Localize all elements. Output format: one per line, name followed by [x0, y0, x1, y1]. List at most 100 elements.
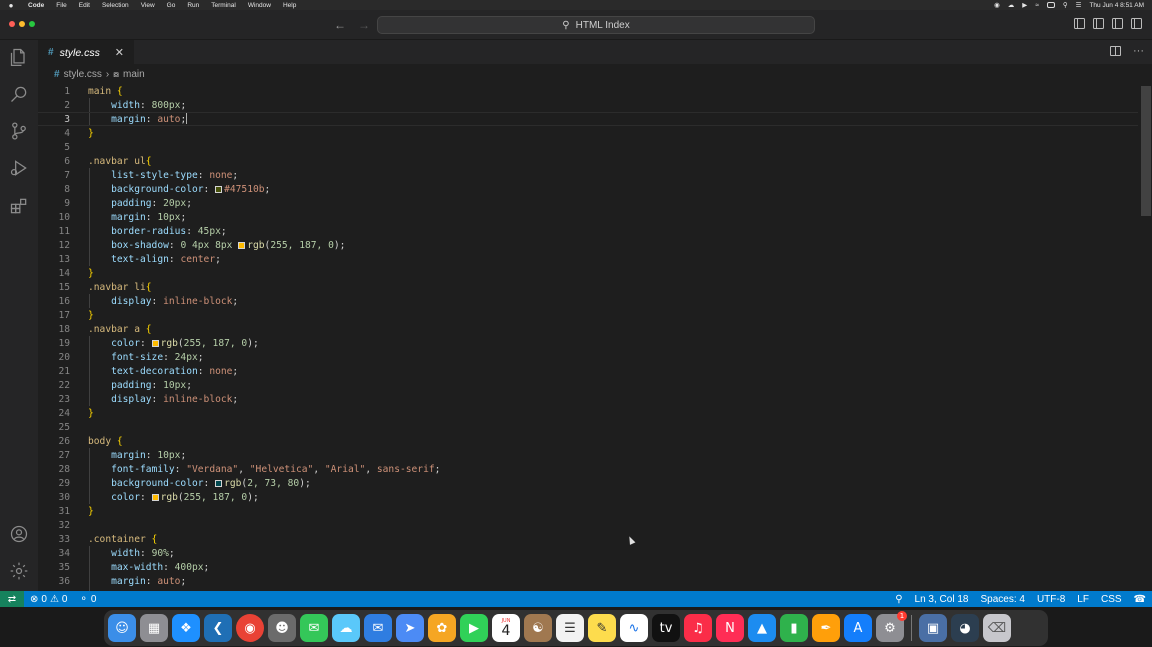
css-function: rgb [247, 239, 265, 251]
zoom-icon[interactable]: ⚲ [889, 594, 908, 605]
color-swatch[interactable] [151, 339, 159, 347]
cloud-status-icon[interactable]: ☁ [1008, 1, 1015, 9]
clock[interactable]: Thu Jun 4 8:51 AM [1089, 2, 1144, 9]
breadcrumb: # style.css › ⧇ main [38, 64, 1152, 84]
line-number: 6 [64, 155, 70, 167]
command-center-label: HTML Index [575, 19, 630, 31]
customize-layout-icon[interactable] [1131, 18, 1142, 29]
music-icon[interactable]: ♫ [684, 614, 712, 642]
app-store-icon[interactable]: A [844, 614, 872, 642]
split-editor-icon[interactable] [1110, 46, 1121, 56]
code-line: 12 box-shadow: 0 4px 8px rgb(255, 187, 0… [38, 238, 1138, 252]
pages-icon[interactable]: ✒ [812, 614, 840, 642]
menu-view[interactable]: View [135, 2, 161, 9]
wifi-icon[interactable]: ≈ [1035, 2, 1039, 9]
color-swatch[interactable] [215, 185, 223, 193]
color-swatch[interactable] [151, 493, 159, 501]
trash-icon[interactable]: ⌫ [983, 614, 1011, 642]
minimize-window-button[interactable] [19, 21, 25, 27]
ports-icon: ⚬ [79, 593, 88, 605]
calendar-icon[interactable]: JUN 4 [492, 614, 520, 642]
menu-selection[interactable]: Selection [96, 2, 135, 9]
language-mode[interactable]: CSS [1095, 594, 1128, 605]
menu-edit[interactable]: Edit [73, 2, 96, 9]
notes-icon[interactable]: ✎ [588, 614, 616, 642]
remote-indicator-icon[interactable]: ⇄ [0, 591, 24, 607]
menu-file[interactable]: File [50, 2, 72, 9]
menu-help[interactable]: Help [277, 2, 302, 9]
vertical-scrollbar[interactable] [1140, 84, 1152, 591]
battery-icon[interactable] [1046, 2, 1055, 8]
menu-app-name[interactable]: Code [22, 2, 50, 9]
toggle-secondary-sidebar-icon[interactable] [1112, 18, 1123, 29]
notifications-bell-icon[interactable]: ☎ [1128, 594, 1152, 605]
play-status-icon[interactable]: ▶ [1022, 1, 1027, 9]
photos-icon[interactable]: ✿ [428, 614, 456, 642]
reminders-icon[interactable]: ☰ [556, 614, 584, 642]
weather-icon[interactable]: ☁ [332, 614, 360, 642]
command-center-search[interactable]: ⚲ HTML Index [377, 16, 815, 34]
breadcrumb-symbol[interactable]: main [123, 69, 145, 80]
macos-menubar: ● Code File Edit Selection View Go Run T… [0, 0, 1152, 10]
quicktime-icon[interactable]: ◕ [951, 614, 979, 642]
scrollbar-thumb[interactable] [1141, 86, 1151, 216]
keynote-icon[interactable]: ▲ [748, 614, 776, 642]
maps-icon[interactable]: ➤ [396, 614, 424, 642]
menu-go[interactable]: Go [161, 2, 182, 9]
vscode-icon[interactable]: ❮ [204, 614, 232, 642]
ports-indicator[interactable]: ⚬ 0 [73, 594, 102, 605]
zoom-window-button[interactable] [29, 21, 35, 27]
extensions-icon[interactable] [8, 195, 30, 217]
finder-icon[interactable]: ☺ [108, 614, 136, 642]
line-number: 15 [58, 281, 70, 293]
cursor-position[interactable]: Ln 3, Col 18 [909, 594, 975, 605]
close-tab-icon[interactable]: ✕ [115, 46, 124, 59]
accounts-icon[interactable] [8, 523, 30, 545]
apple-menu-icon[interactable]: ● [0, 1, 22, 10]
mail-icon[interactable]: ✉ [364, 614, 392, 642]
gimp-icon[interactable]: ☻ [268, 614, 296, 642]
contacts-icon[interactable]: ☯ [524, 614, 552, 642]
search-menubar-icon[interactable]: ⚲ [1063, 1, 1068, 9]
search-view-icon[interactable] [8, 83, 30, 105]
news-icon[interactable]: N [716, 614, 744, 642]
color-swatch[interactable] [238, 241, 246, 249]
css-property: border-radius [111, 225, 187, 237]
end-of-line[interactable]: LF [1071, 594, 1095, 605]
chrome-icon[interactable]: ◉ [236, 614, 264, 642]
launchpad-icon[interactable]: ▦ [140, 614, 168, 642]
menu-window[interactable]: Window [242, 2, 277, 9]
control-center-icon[interactable]: ☰ [1076, 1, 1082, 9]
back-arrow-icon[interactable]: ← [334, 18, 346, 32]
settings-gear-icon[interactable] [8, 560, 30, 582]
numbers-icon[interactable]: ▮ [780, 614, 808, 642]
run-debug-icon[interactable] [8, 157, 30, 179]
facetime-icon[interactable]: ▶ [460, 614, 488, 642]
problems-indicator[interactable]: ⊗ 0 ⚠ 0 [24, 594, 73, 605]
safari-icon[interactable]: ❖ [172, 614, 200, 642]
menu-terminal[interactable]: Terminal [205, 2, 242, 9]
forward-arrow-icon[interactable]: → [358, 18, 370, 32]
messages-icon[interactable]: ✉ [300, 614, 328, 642]
tab-style-css[interactable]: # style.css ✕ [38, 40, 134, 64]
system-settings-icon[interactable]: ⚙ 1 [876, 611, 907, 642]
toggle-panel-icon[interactable] [1093, 18, 1104, 29]
breadcrumb-file[interactable]: style.css [64, 69, 102, 80]
css-file-icon: # [54, 68, 60, 80]
record-status-icon[interactable]: ◉ [994, 1, 1000, 9]
freeform-icon[interactable]: ∿ [620, 614, 648, 642]
line-number: 28 [58, 463, 70, 475]
explorer-icon[interactable] [8, 46, 30, 68]
close-window-button[interactable] [9, 21, 15, 27]
more-actions-icon[interactable]: ··· [1133, 45, 1144, 57]
code-editor[interactable]: 1 main { 2 width: 800px; 3 margin: auto; … [38, 84, 1152, 591]
apple-tv-icon[interactable]: tv [652, 614, 680, 642]
indentation[interactable]: Spaces: 4 [974, 594, 1030, 605]
screenshot-icon[interactable]: ▣ [919, 614, 947, 642]
encoding[interactable]: UTF-8 [1031, 594, 1071, 605]
toggle-primary-sidebar-icon[interactable] [1074, 18, 1085, 29]
code-line: 4} [38, 126, 1138, 140]
color-swatch[interactable] [215, 479, 223, 487]
source-control-icon[interactable] [8, 120, 30, 142]
menu-run[interactable]: Run [181, 2, 205, 9]
